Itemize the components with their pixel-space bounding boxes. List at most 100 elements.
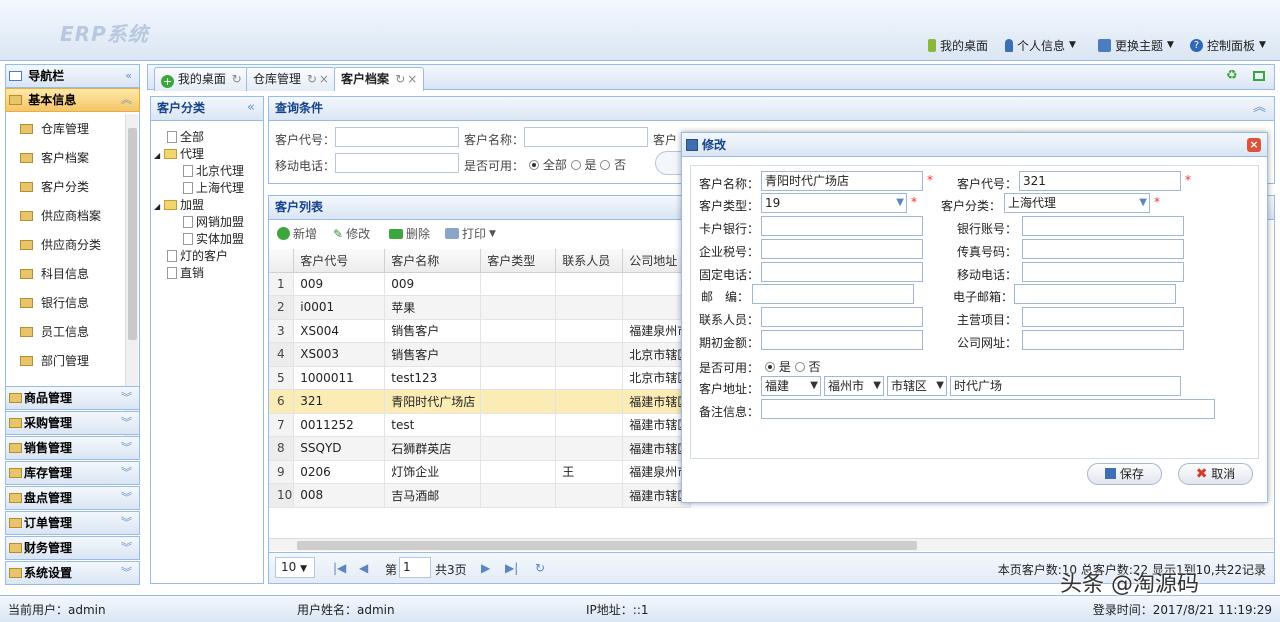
tax-field[interactable] bbox=[761, 239, 923, 259]
sidebar-item-customer-file[interactable]: 客户档案 bbox=[20, 147, 89, 169]
sidebar-item-department[interactable]: 部门管理 bbox=[20, 350, 89, 372]
table-row[interactable]: 10 008 吉马酒邮 福建市辖区 bbox=[269, 483, 692, 508]
reload-icon[interactable]: ↻ bbox=[535, 561, 545, 575]
collapse-left-icon[interactable]: « bbox=[247, 97, 255, 119]
contact-field[interactable] bbox=[761, 307, 923, 327]
tab-warehouse[interactable]: 仓库管理 ↻ × bbox=[246, 67, 336, 91]
save-button[interactable]: 保存 bbox=[1087, 463, 1162, 485]
city-select[interactable]: 福州市 ▼ bbox=[824, 376, 884, 396]
tree-node-all[interactable]: 全部 bbox=[167, 129, 204, 145]
first-page-icon[interactable]: |◀ bbox=[333, 561, 346, 575]
sidebar-item-supplier-file[interactable]: 供应商档案 bbox=[20, 205, 101, 227]
refresh-icon[interactable]: ↻ bbox=[232, 72, 242, 86]
sidebar-item-supplier-category[interactable]: 供应商分类 bbox=[20, 234, 101, 256]
customer-name-input[interactable] bbox=[524, 127, 648, 147]
nav-theme[interactable]: 更换主题 ▼ bbox=[1098, 36, 1174, 54]
print-button[interactable]: 打印 ▼ bbox=[445, 225, 496, 242]
sidebar-section-sales[interactable]: 销售管理 ︾ bbox=[5, 436, 140, 460]
collapse-up-icon[interactable]: ︽ bbox=[1253, 97, 1266, 119]
table-row[interactable]: 1 009 009 bbox=[269, 272, 692, 296]
phone-field[interactable] bbox=[761, 262, 923, 282]
maximize-icon[interactable] bbox=[1253, 71, 1265, 81]
table-row[interactable]: 9 0206 灯饰企业王福建泉州市 bbox=[269, 460, 692, 484]
column-header-type[interactable]: 客户类型 bbox=[480, 249, 557, 273]
edit-button[interactable]: ✎ 修改 bbox=[333, 225, 370, 242]
scrollbar-thumb[interactable] bbox=[297, 541, 917, 550]
close-icon[interactable]: × bbox=[407, 72, 417, 86]
tree-node-shanghai[interactable]: 上海代理 bbox=[183, 180, 244, 196]
table-row[interactable]: 2 i0001 苹果 bbox=[269, 295, 692, 320]
tree-toggle-icon[interactable]: ◢ bbox=[154, 151, 160, 160]
tree-node-agent[interactable]: ◢ 代理 bbox=[154, 146, 204, 162]
add-button[interactable]: 新增 bbox=[277, 225, 317, 242]
remark-field[interactable] bbox=[761, 399, 1215, 419]
tab-customer-file[interactable]: 客户档案 ↻ × bbox=[334, 67, 425, 91]
table-row[interactable]: 8 SSQYD 石狮群英店 福建市辖区 bbox=[269, 436, 692, 461]
customer-type-select[interactable]: 19 ▼ bbox=[761, 193, 907, 213]
collapse-up-icon[interactable]: ︽ bbox=[121, 89, 132, 111]
sidebar-item-customer-category[interactable]: 客户分类 bbox=[20, 176, 89, 198]
tab-my-desktop[interactable]: + 我的桌面 ↻ bbox=[154, 67, 249, 91]
customer-category-select[interactable]: 上海代理 ▼ bbox=[1004, 193, 1150, 213]
refresh-icon[interactable]: ↻ bbox=[307, 72, 317, 86]
tree-node-lamp[interactable]: 灯的客户 bbox=[167, 248, 228, 264]
tree-node-physical[interactable]: 实体加盟 bbox=[183, 231, 244, 247]
delete-button[interactable]: 删除 bbox=[389, 225, 430, 242]
sidebar-section-inventory[interactable]: 库存管理 ︾ bbox=[5, 461, 140, 485]
refresh-icon[interactable]: ↻ bbox=[395, 72, 405, 86]
enabled-radio-group[interactable]: 全部 是 否 bbox=[529, 156, 626, 173]
customer-code-field[interactable]: 321 bbox=[1019, 171, 1181, 191]
sidebar-section-settings[interactable]: 系统设置 ︾ bbox=[5, 561, 140, 585]
bank-field[interactable] bbox=[761, 216, 923, 236]
tree-toggle-icon[interactable]: ◢ bbox=[154, 202, 160, 211]
radio-yes[interactable] bbox=[765, 362, 775, 372]
table-row[interactable]: 3 XS004 销售客户 福建泉州市 bbox=[269, 319, 692, 343]
province-select[interactable]: 福建 ▼ bbox=[761, 376, 821, 396]
sidebar-item-accounts[interactable]: 科目信息 bbox=[20, 263, 89, 285]
page-size-select[interactable]: 10 ▼ bbox=[275, 557, 315, 578]
scrollbar-thumb[interactable] bbox=[128, 128, 137, 340]
radio-yes[interactable] bbox=[570, 160, 581, 170]
last-page-icon[interactable]: ▶| bbox=[505, 561, 518, 575]
street-field[interactable]: 时代广场 bbox=[950, 376, 1181, 396]
next-page-icon[interactable]: ▶ bbox=[481, 561, 490, 575]
tree-node-online[interactable]: 网销加盟 bbox=[183, 214, 244, 230]
close-icon[interactable]: × bbox=[319, 72, 329, 86]
customer-name-field[interactable]: 青阳时代广场店 bbox=[761, 171, 923, 191]
prev-page-icon[interactable]: ◀ bbox=[359, 561, 368, 575]
project-field[interactable] bbox=[1022, 307, 1184, 327]
tree-node-beijing[interactable]: 北京代理 bbox=[183, 163, 244, 179]
enabled-radio-group[interactable]: 是 否 bbox=[765, 358, 821, 375]
collapse-left-icon[interactable]: « bbox=[125, 65, 132, 87]
cancel-button[interactable]: ✖ 取消 bbox=[1178, 463, 1253, 485]
refresh-all-icon[interactable]: ♻ bbox=[1226, 68, 1238, 83]
sidebar-section-basic-info[interactable]: 基本信息 ︽ bbox=[5, 88, 140, 112]
sidebar-section-products[interactable]: 商品管理 ︾ bbox=[5, 386, 140, 410]
customer-code-input[interactable] bbox=[335, 127, 459, 147]
opening-field[interactable] bbox=[761, 330, 923, 350]
radio-no[interactable] bbox=[794, 362, 805, 372]
tree-node-franchise[interactable]: ◢ 加盟 bbox=[154, 197, 204, 213]
sidebar-section-purchase[interactable]: 采购管理 ︾ bbox=[5, 411, 140, 435]
nav-my-desktop[interactable]: 我的桌面 bbox=[928, 36, 988, 54]
email-field[interactable] bbox=[1014, 284, 1176, 304]
table-row[interactable]: 7 0011252 test 福建市辖区 bbox=[269, 413, 692, 437]
table-row[interactable]: 5 1000011 test123 北京市辖区 bbox=[269, 366, 692, 390]
fax-field[interactable] bbox=[1022, 239, 1184, 259]
radio-all[interactable] bbox=[529, 160, 539, 170]
sidebar-section-orders[interactable]: 订单管理 ︾ bbox=[5, 511, 140, 535]
nav-profile[interactable]: 个人信息 ▼ bbox=[1005, 36, 1076, 54]
close-icon[interactable]: × bbox=[1247, 138, 1261, 152]
mobile-input[interactable] bbox=[335, 153, 459, 173]
website-field[interactable] bbox=[1022, 330, 1184, 350]
account-field[interactable] bbox=[1022, 216, 1184, 236]
table-row[interactable]: 4 XS003 销售客户 北京市辖区 bbox=[269, 342, 692, 367]
district-select[interactable]: 市辖区 ▼ bbox=[887, 376, 947, 396]
page-number-input[interactable]: 1 bbox=[399, 557, 431, 578]
sidebar-item-bank[interactable]: 银行信息 bbox=[20, 292, 89, 314]
tree-node-direct[interactable]: 直销 bbox=[167, 265, 204, 281]
column-header-contact[interactable]: 联系人员 bbox=[555, 249, 624, 273]
sidebar-section-finance[interactable]: 财务管理 ︾ bbox=[5, 536, 140, 560]
column-header-name[interactable]: 客户名称 bbox=[384, 249, 482, 273]
horizontal-scrollbar[interactable] bbox=[269, 538, 1274, 551]
